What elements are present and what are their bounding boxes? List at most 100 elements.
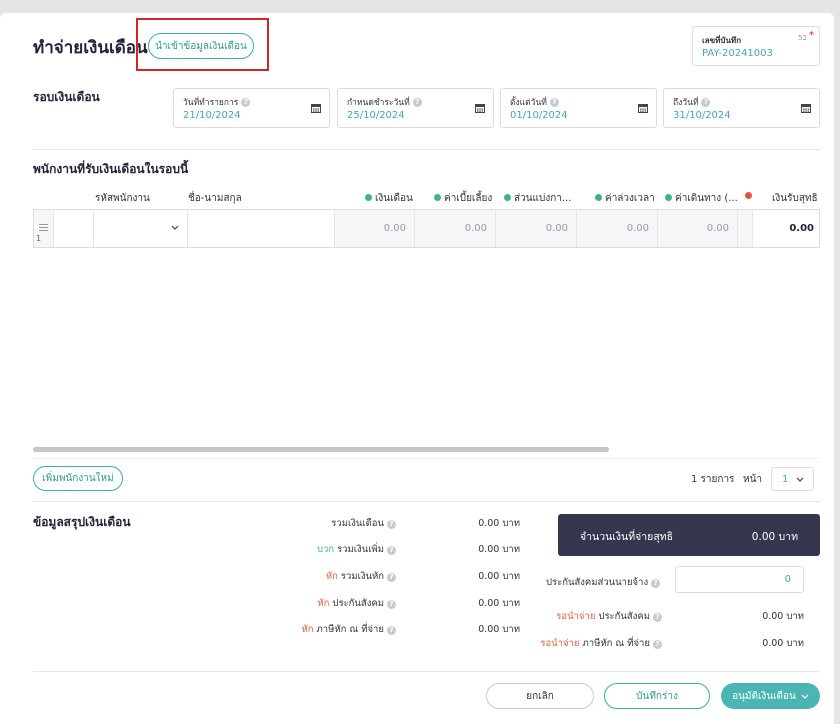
employee-select[interactable] bbox=[94, 210, 188, 247]
employee-code-cell[interactable] bbox=[54, 210, 94, 247]
table-row: 1 0.00 0.00 0.00 0.00 0.00 0.00 bbox=[33, 209, 820, 248]
help-icon: ? bbox=[387, 545, 396, 555]
divider bbox=[33, 671, 820, 672]
date-value: 21/10/2024 bbox=[183, 110, 241, 121]
summary-value: 0.00 บาท bbox=[478, 571, 520, 582]
calendar-icon[interactable] bbox=[475, 103, 485, 113]
col-header-share: ส่วนแบ่งกา... bbox=[514, 193, 572, 204]
share-cell[interactable]: 0.00 bbox=[496, 210, 577, 247]
row-count: 1 รายการ bbox=[691, 474, 735, 485]
status-dot bbox=[365, 194, 372, 201]
summary-title: ข้อมูลสรุปเงินเดือน bbox=[33, 515, 131, 529]
help-icon: ? bbox=[241, 97, 251, 107]
date-field-due[interactable]: กำหนดชำระวันที่? 25/10/2024 bbox=[337, 88, 494, 128]
date-field-from[interactable]: ตั้งแต่วันที่? 01/10/2024 bbox=[500, 88, 657, 128]
help-icon: ? bbox=[653, 612, 662, 622]
employer-ss-label: ประกันสังคมส่วนนายจ้าง ? bbox=[546, 575, 661, 590]
doc-number-value: PAY-20241003 bbox=[702, 48, 773, 59]
chevron-down-icon bbox=[801, 694, 809, 699]
col-header-allowance: ค่าเบี้ยเลี้ยง bbox=[444, 193, 493, 204]
status-dot bbox=[745, 192, 752, 199]
summary-line-withholding-tax: หัก ภาษีหัก ณ ที่จ่าย ? bbox=[176, 622, 396, 637]
summary-value: 0.00 บาท bbox=[478, 624, 520, 635]
summary-line-deductions: หัก รวมเงินหัก ? bbox=[176, 569, 396, 584]
col-header-name: ชื่อ-นามสกุล bbox=[188, 193, 242, 204]
status-dot bbox=[665, 194, 672, 201]
cancel-button[interactable]: ยกเลิก bbox=[486, 683, 594, 709]
help-icon: ? bbox=[412, 97, 422, 107]
col-header-salary: เงินเดือน bbox=[375, 193, 413, 204]
chevron-down-icon bbox=[796, 477, 804, 482]
summary-value: 0.00 บาท bbox=[478, 544, 520, 555]
add-employee-button[interactable]: เพิ่มพนักงานใหม่ bbox=[33, 466, 123, 491]
date-label: วันที่ทำรายการ bbox=[183, 98, 239, 108]
help-icon: ? bbox=[701, 97, 711, 107]
pending-social-security: รอนำจ่าย ประกันสังคม ? bbox=[546, 609, 662, 624]
save-draft-button[interactable]: บันทึกร่าง bbox=[604, 683, 710, 709]
horizontal-scrollbar[interactable] bbox=[33, 447, 609, 452]
summary-line-additions: บวก รวมเงินเพิ่ม ? bbox=[176, 542, 396, 557]
summary-value: 0.00 บาท bbox=[762, 638, 804, 649]
row-number: 1 bbox=[36, 234, 42, 243]
doc-number-label: เลขที่บันทึก bbox=[702, 36, 742, 45]
name-cell[interactable] bbox=[188, 210, 335, 247]
approve-label: อนุมัติเงินเดือน bbox=[732, 690, 796, 702]
summary-line-social-security: หัก ประกันสังคม ? bbox=[176, 596, 396, 611]
summary-value: 0.00 บาท bbox=[478, 598, 520, 609]
divider bbox=[33, 458, 820, 459]
overtime-cell[interactable]: 0.00 bbox=[577, 210, 658, 247]
date-label: กำหนดชำระวันที่ bbox=[347, 98, 410, 108]
summary-line-salary: รวมเงินเดือน ? bbox=[176, 516, 396, 531]
highlight-box bbox=[136, 18, 269, 71]
period-title: รอบเงินเดือน bbox=[33, 90, 100, 104]
travel-cell[interactable]: 0.00 bbox=[658, 210, 738, 247]
status-dot bbox=[595, 194, 602, 201]
help-icon: ? bbox=[549, 97, 559, 107]
status-dot bbox=[504, 194, 511, 201]
help-icon: ? bbox=[387, 572, 396, 582]
pending-withholding-tax: รอนำจ่าย ภาษีหัก ณ ที่จ่าย ? bbox=[526, 636, 662, 651]
page-number: 1 bbox=[782, 474, 789, 485]
row-handle[interactable]: 1 bbox=[34, 210, 54, 247]
summary-value: 0.00 บาท bbox=[478, 518, 520, 529]
help-icon: ? bbox=[387, 519, 396, 529]
col-header-overtime: ค่าล่วงเวลา bbox=[605, 193, 655, 204]
col-header-employee-code: รหัสพนักงาน bbox=[95, 193, 150, 204]
page-select[interactable]: 1 bbox=[771, 467, 814, 491]
date-value: 01/10/2024 bbox=[510, 110, 568, 121]
calendar-icon[interactable] bbox=[801, 103, 811, 113]
net-pay-box: จำนวนเงินที่จ่ายสุทธิ 0.00 บาท bbox=[558, 514, 820, 556]
salary-cell[interactable]: 0.00 bbox=[335, 210, 415, 247]
calendar-icon[interactable] bbox=[638, 103, 648, 113]
col-header-net: เงินรับสุทธิ bbox=[772, 193, 818, 204]
drag-handle-icon[interactable] bbox=[39, 224, 48, 231]
allowance-cell[interactable]: 0.00 bbox=[415, 210, 496, 247]
date-label: ถึงวันที่ bbox=[673, 98, 699, 108]
date-label: ตั้งแต่วันที่ bbox=[510, 98, 547, 108]
calendar-icon[interactable] bbox=[311, 103, 321, 113]
net-cell: 0.00 bbox=[789, 223, 814, 234]
required-mark: * bbox=[809, 30, 814, 41]
page-title: ทำจ่ายเงินเดือน bbox=[33, 38, 148, 58]
page-label: หน้า bbox=[743, 474, 763, 485]
doc-number-field[interactable]: เลขที่บันทึก 52 * PAY-20241003 bbox=[692, 26, 820, 66]
help-icon: ? bbox=[387, 625, 396, 635]
col-header-travel: ค่าเดินทาง (... bbox=[675, 193, 738, 204]
employees-title: พนักงานที่รับเงินเดือนในรอบนี้ bbox=[33, 162, 189, 176]
employer-ss-input[interactable]: 0 bbox=[675, 566, 804, 593]
chevron-down-icon bbox=[171, 225, 179, 230]
char-count: 52 bbox=[798, 34, 807, 42]
help-icon: ? bbox=[387, 599, 396, 609]
extra-cell[interactable] bbox=[738, 210, 753, 247]
divider bbox=[33, 501, 820, 502]
date-field-transaction[interactable]: วันที่ทำรายการ? 21/10/2024 bbox=[173, 88, 330, 128]
divider bbox=[33, 149, 820, 150]
summary-value: 0.00 บาท bbox=[762, 611, 804, 622]
approve-payroll-button[interactable]: อนุมัติเงินเดือน bbox=[721, 683, 820, 709]
date-value: 25/10/2024 bbox=[347, 110, 405, 121]
help-icon: ? bbox=[651, 578, 661, 588]
date-field-to[interactable]: ถึงวันที่? 31/10/2024 bbox=[663, 88, 820, 128]
net-pay-label: จำนวนเงินที่จ่ายสุทธิ bbox=[580, 531, 674, 543]
status-dot bbox=[434, 194, 441, 201]
net-pay-value: 0.00 บาท bbox=[751, 531, 798, 543]
